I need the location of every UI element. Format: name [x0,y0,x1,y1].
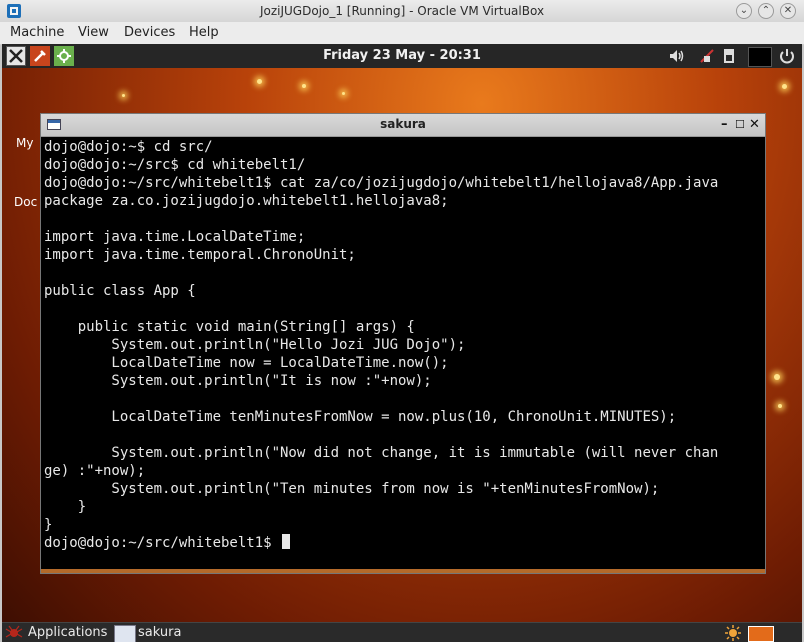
sparkle [774,374,780,380]
terminal-line: package za.co.jozijugdojo.whitebelt1.hel… [44,193,449,209]
menubar: Machine View Devices Help [0,22,804,45]
spider-icon[interactable] [5,624,23,642]
terminal-title: sakura [380,117,426,131]
workspace-switcher[interactable] [748,626,774,642]
guest-desktop: Friday 23 May - 20:31 My Doc sakura – ☐ … [2,44,802,642]
close-icon[interactable]: ✕ [780,3,796,19]
guest-taskbar: Applications sakura [2,622,802,642]
terminal-line: dojo@dojo:~$ cd src/ [44,139,213,155]
taskbar-window-icon[interactable] [114,625,136,642]
terminal-prompt: dojo@dojo:~/src/whitebelt1$ [44,535,281,551]
minimize-icon[interactable]: ⌄ [736,3,752,19]
sparkle [778,404,782,408]
terminal-line: } [44,499,87,515]
terminal-minimize-icon[interactable]: – [721,117,728,132]
terminal-line: LocalDateTime tenMinutesFromNow = now.pl… [44,409,677,425]
terminal-prompt-line[interactable]: dojo@dojo:~/src/whitebelt1$ [44,534,291,552]
menu-help[interactable]: Help [189,25,219,40]
power-icon[interactable] [778,47,796,65]
network-icon[interactable] [698,47,716,65]
terminal-line: public class App { [44,283,196,299]
terminal-line: LocalDateTime now = LocalDateTime.now(); [44,355,449,371]
volume-icon[interactable] [668,47,686,65]
terminal-line: public static void main(String[] args) { [44,319,415,335]
maximize-icon[interactable]: ⌃ [758,3,774,19]
weather-icon[interactable] [724,624,742,642]
desktop-label-my[interactable]: My [16,136,33,150]
terminal-window[interactable]: sakura – ☐ ✕ dojo@dojo:~$ cd src/ dojo@d… [40,113,766,574]
sparkle [302,84,306,88]
sparkle [257,79,262,84]
screen-icon[interactable] [748,47,772,67]
terminal-maximize-icon[interactable]: ☐ [735,118,745,131]
text-cursor [282,534,291,549]
terminal-line: } [44,517,53,533]
terminal-line: System.out.println("Hello Jozi JUG Dojo"… [44,337,466,353]
terminal-line: System.out.println("Now did not change, … [44,445,719,461]
terminal-titlebar[interactable]: sakura – ☐ ✕ [41,114,765,137]
terminal-line: ge) :"+now); [44,463,146,479]
terminal-line: import java.time.temporal.ChronoUnit; [44,247,356,263]
terminal-line: dojo@dojo:~/src/whitebelt1$ cat za/co/jo… [44,175,719,191]
window-titlebar: JoziJUGDojo_1 [Running] - Oracle VM Virt… [0,0,804,23]
menu-machine[interactable]: Machine [10,25,64,40]
sparkle [782,84,787,89]
terminal-line: import java.time.LocalDateTime; [44,229,306,245]
sparkle [122,94,125,97]
terminal-line: System.out.println("It is now :"+now); [44,373,432,389]
terminal-close-icon[interactable]: ✕ [749,117,760,132]
terminal-line: dojo@dojo:~/src$ cd whitebelt1/ [44,157,306,173]
battery-icon[interactable] [720,47,738,65]
guest-topbar: Friday 23 May - 20:31 [2,44,802,68]
terminal-output[interactable]: dojo@dojo:~$ cd src/ dojo@dojo:~/src$ cd… [41,138,765,570]
menu-devices[interactable]: Devices [124,25,175,40]
terminal-line: System.out.println("Ten minutes from now… [44,481,660,497]
window-title: JoziJUGDojo_1 [Running] - Oracle VM Virt… [259,4,545,18]
desktop-label-doc[interactable]: Doc [14,195,37,209]
terminal-resize-edge[interactable] [41,569,765,573]
menu-view[interactable]: View [78,25,109,40]
taskbar-item-sakura[interactable]: sakura [138,625,181,640]
applications-menu[interactable]: Applications [28,625,107,640]
sparkle [342,92,345,95]
